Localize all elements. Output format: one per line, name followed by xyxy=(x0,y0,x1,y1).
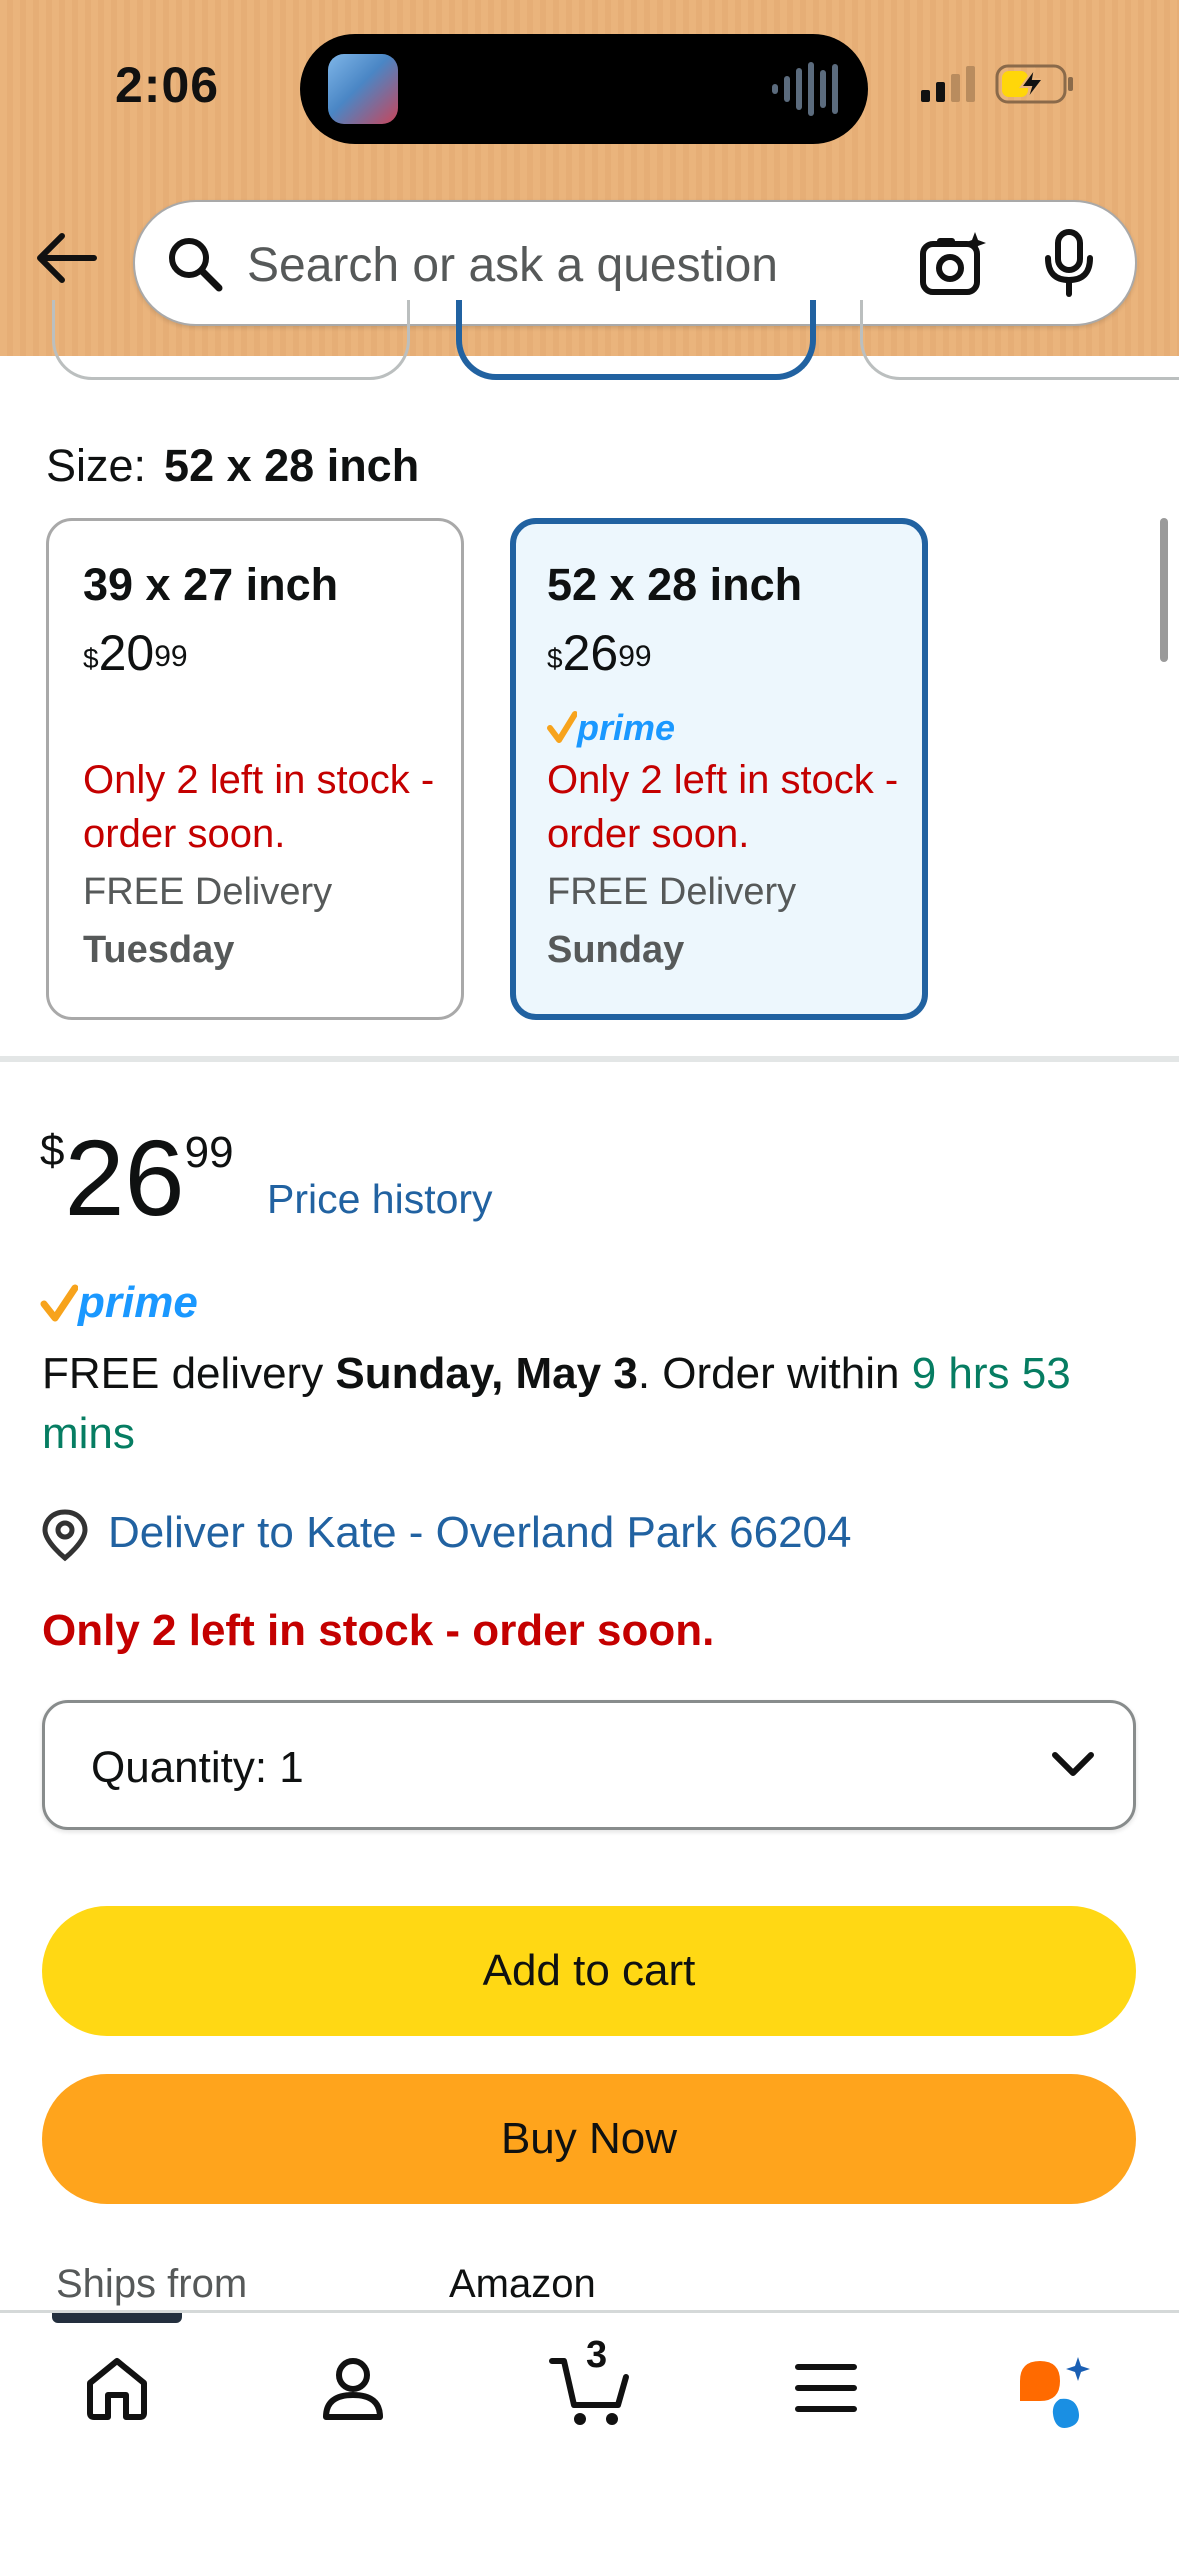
prime-logo: prime xyxy=(40,1278,198,1328)
size-label: Size: xyxy=(46,440,147,491)
dynamic-island xyxy=(300,34,868,144)
battery-charging-icon xyxy=(995,64,1073,104)
option-chip-clipped[interactable] xyxy=(860,300,1179,380)
section-divider xyxy=(0,1056,1179,1062)
size-option-title: 52 x 28 inch xyxy=(547,559,803,610)
status-time: 2:06 xyxy=(115,57,220,113)
size-option-delivery-day: Sunday xyxy=(547,929,685,971)
delivery-date: Sunday, May 3 xyxy=(335,1349,638,1398)
size-option-card-selected[interactable]: 52 x 28 inch $2699 prime Only 2 left in … xyxy=(510,518,928,1020)
buy-now-button[interactable]: Buy Now xyxy=(42,2074,1136,2204)
deliver-to-link[interactable]: Deliver to Kate - Overland Park 66204 xyxy=(108,1508,852,1558)
cellular-signal-icon xyxy=(921,66,975,102)
size-option-delivery: FREE Delivery xyxy=(547,871,797,913)
add-to-cart-button[interactable]: Add to cart xyxy=(42,1906,1136,2036)
ships-from-label: Ships from xyxy=(56,2262,248,2306)
option-chip-clipped[interactable] xyxy=(52,300,410,380)
size-selector-header: Size: 52 x 28 inch xyxy=(46,440,419,492)
account-icon[interactable] xyxy=(318,2353,388,2423)
size-option-delivery: FREE Delivery xyxy=(83,871,333,913)
location-pin-icon xyxy=(42,1509,88,1562)
prime-badge: prime xyxy=(547,707,912,753)
search-input[interactable]: Search or ask a question xyxy=(247,238,778,293)
cart-count-badge: 3 xyxy=(586,2334,608,2376)
price-history-link[interactable]: Price history xyxy=(267,1176,493,1223)
search-icon xyxy=(169,238,223,292)
now-playing-app-icon xyxy=(328,54,398,124)
nav-active-indicator xyxy=(52,2313,182,2323)
chevron-down-icon xyxy=(1052,1752,1094,1776)
horizontal-list-scrollbar[interactable] xyxy=(1160,518,1168,662)
prime-text: prime xyxy=(577,707,676,748)
back-arrow-icon[interactable] xyxy=(34,230,98,286)
size-selected-value: 52 x 28 inch xyxy=(164,440,420,491)
stock-warning: Only 2 left in stock - order soon. xyxy=(42,1606,715,1655)
home-icon[interactable] xyxy=(82,2353,152,2423)
product-price: $2699 xyxy=(40,1117,234,1238)
size-option-stock: Only 2 left in stock - order soon. xyxy=(547,758,899,856)
size-option-title: 39 x 27 inch xyxy=(83,559,339,610)
delivery-message: FREE delivery Sunday, May 3. Order withi… xyxy=(42,1349,1071,1458)
quantity-dropdown[interactable]: Quantity: 1 xyxy=(42,1700,1136,1830)
option-chip-clipped-selected[interactable] xyxy=(456,300,816,380)
prime-check-icon xyxy=(547,711,578,743)
prime-text: prime xyxy=(78,1278,198,1327)
audio-waveform-icon xyxy=(772,62,838,116)
size-option-price: $2099 xyxy=(83,625,188,681)
size-option-card[interactable]: 39 x 27 inch $2099 Only 2 left in stock … xyxy=(46,518,464,1020)
menu-icon[interactable] xyxy=(794,2353,858,2423)
ships-from-value: Amazon xyxy=(449,2262,596,2306)
camera-lens-icon[interactable] xyxy=(919,230,987,298)
size-option-stock: Only 2 left in stock - order soon. xyxy=(83,758,435,856)
prime-check-icon xyxy=(40,1284,79,1322)
quantity-label: Quantity: 1 xyxy=(91,1743,304,1792)
size-option-delivery-day: Tuesday xyxy=(83,929,235,971)
rufus-assistant-icon[interactable] xyxy=(1014,2353,1094,2433)
microphone-icon[interactable] xyxy=(1041,228,1097,298)
size-option-price: $2699 xyxy=(547,625,652,681)
